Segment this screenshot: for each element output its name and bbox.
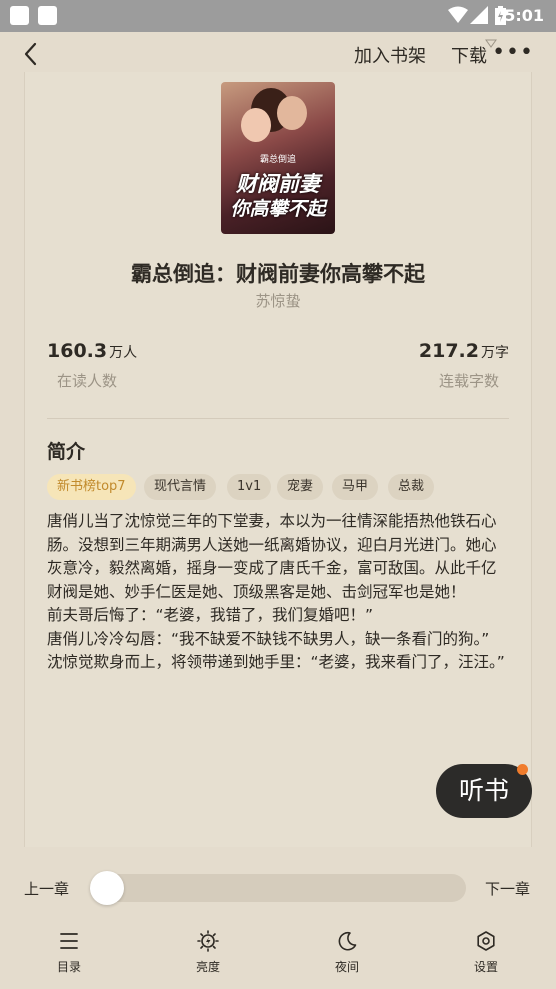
download-button[interactable]: 下载	[451, 39, 497, 68]
back-arrow-icon[interactable]	[18, 40, 46, 68]
catalog-button[interactable]: 目录	[29, 930, 109, 975]
readers-label: 在读人数	[57, 372, 118, 390]
night-label: 夜间	[334, 960, 359, 974]
settings-button[interactable]: 设置	[446, 930, 526, 975]
intro-paragraph: 唐俏儿当了沈惊觉三年的下堂妻，本以为一往情深能捂热他铁石心肠。没想到三年期满男人…	[47, 512, 497, 601]
prev-chapter-button[interactable]: 上一章	[24, 878, 69, 899]
cover-figure	[241, 108, 271, 142]
intro-heading: 简介	[47, 441, 86, 463]
notification-dot	[517, 764, 528, 775]
tag-chip[interactable]: 宠妻	[277, 474, 324, 500]
tag-chip[interactable]: 1v1	[227, 474, 272, 500]
book-title: 霸总倒追：财阀前妻你高攀不起	[131, 262, 425, 286]
notification-icon	[10, 6, 29, 25]
clock: 5:01	[504, 6, 544, 25]
intro-paragraph: 唐俏儿冷冷勾唇：“我不缺爱不缺钱不缺男人，缺一条看门的狗。”	[47, 629, 490, 648]
status-bar: 5:01	[0, 0, 556, 32]
divider	[47, 418, 509, 419]
notification-icon	[38, 6, 57, 25]
settings-label: 设置	[473, 960, 498, 974]
wifi-icon	[448, 6, 468, 23]
intro-paragraph: 沈惊觉欺身而上，将领带递到她手里：“老婆，我来看门了，汪汪。”	[47, 653, 505, 671]
cover-figure	[277, 96, 307, 130]
night-mode-button[interactable]: 夜间	[307, 930, 387, 975]
download-label: 下载	[451, 46, 487, 67]
slider-thumb[interactable]	[90, 871, 124, 905]
book-detail-card: 霸总倒追 财阀前妻 你高攀不起 霸总倒追：财阀前妻你高攀不起 苏惊蛰 160.3…	[24, 72, 532, 847]
cover-title-line2: 你高攀不起	[230, 198, 326, 220]
book-cover[interactable]: 霸总倒追 财阀前妻 你高攀不起	[221, 82, 335, 234]
signal-icon	[470, 6, 488, 24]
add-to-shelf-button[interactable]: 加入书架	[354, 42, 426, 68]
top-bar: 加入书架 下载 •••	[0, 32, 556, 76]
brightness-icon	[197, 930, 219, 952]
moon-icon	[338, 931, 357, 951]
tag-chip[interactable]: 马甲	[332, 474, 379, 500]
intro-text: 唐俏儿当了沈惊觉三年的下堂妻，本以为一往情深能捂热他铁石心肠。没想到三年期满男人…	[47, 510, 509, 675]
chapter-progress-slider[interactable]	[90, 871, 466, 905]
readers-count: 160.3 万人	[47, 340, 138, 362]
more-options-button[interactable]: •••	[492, 40, 534, 65]
book-author[interactable]: 苏惊蛰	[25, 290, 531, 311]
catalog-label: 目录	[56, 960, 81, 974]
intro-paragraph: 前夫哥后悔了：“老婆，我错了，我们复婚吧！”	[47, 606, 374, 624]
next-chapter-button[interactable]: 下一章	[485, 878, 530, 899]
brightness-button[interactable]: 亮度	[168, 930, 248, 975]
list-icon	[60, 933, 78, 949]
word-count: 217.2 万字	[418, 340, 509, 362]
tag-chip[interactable]: 新书榜top7	[47, 474, 136, 500]
tag-chip[interactable]: 总裁	[388, 474, 435, 500]
tag-chip[interactable]: 现代言情	[144, 474, 217, 500]
settings-icon	[477, 931, 495, 951]
word-count-label: 连载字数	[438, 372, 499, 390]
brightness-label: 亮度	[195, 960, 220, 974]
cover-tagline: 霸总倒追	[259, 155, 296, 165]
